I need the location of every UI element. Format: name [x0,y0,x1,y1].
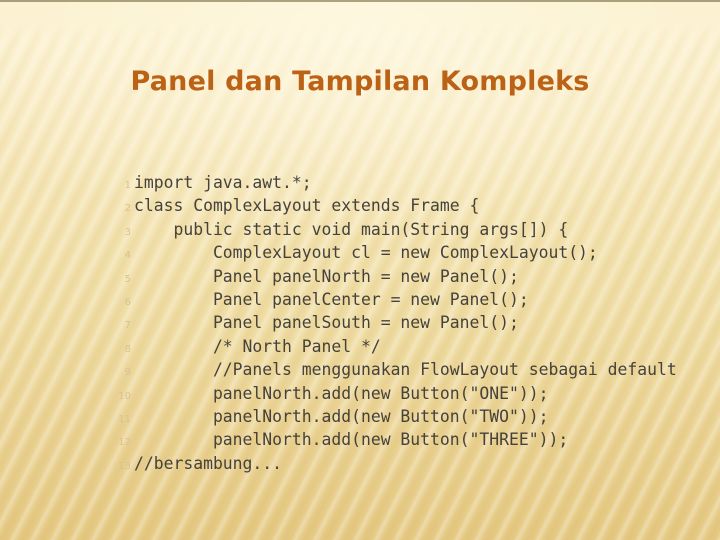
code-line-number: 8 [124,343,131,355]
code-line-text: public static void main(String args[]) { [134,219,569,239]
code-line: 11 panelNorth.add(new Button("TWO")); [0,405,720,428]
code-line: 4 ComplexLayout cl = new ComplexLayout()… [0,241,720,264]
code-line-text: ComplexLayout cl = new ComplexLayout(); [134,243,598,263]
code-line: 13//bersambung... [0,452,720,475]
code-line: 9 //Panels menggunakan FlowLayout sebaga… [0,358,720,381]
code-line: 1 import java.awt.*; [0,171,720,194]
code-line-number: 1 [124,180,131,191]
code-line: 5 Panel panelNorth = new Panel(); [0,265,720,288]
code-line-text: Panel panelSouth = new Panel(); [134,313,519,333]
code-line-number: 4 [124,250,131,262]
code-line-number: 9 [124,367,131,379]
code-line-text: panelNorth.add(new Button("THREE")); [134,430,569,450]
code-line-text: Panel panelCenter = new Panel(); [134,289,529,309]
code-line: 2 class ComplexLayout extends Frame { [0,194,720,217]
code-line: 8 /* North Panel */ [0,335,720,358]
code-line: 10 panelNorth.add(new Button("ONE")); [0,382,720,405]
code-line-number: 11 [118,413,131,425]
code-line-text: /* North Panel */ [134,336,381,356]
code-line-number: 2 [124,203,131,215]
code-line-text: import java.awt.*; [134,173,312,192]
code-line: 12 panelNorth.add(new Button("THREE")); [0,428,720,451]
code-line-number: 7 [124,320,131,332]
code-line-text: //bersambung... [134,453,283,473]
code-line-text: class ComplexLayout extends Frame { [134,196,480,216]
code-line-number: 12 [118,437,131,449]
code-line-number: 10 [118,390,131,402]
code-line-number: 5 [124,273,131,285]
code-line-number: 13 [118,460,131,472]
code-line: 3 public static void main(String args[])… [0,218,720,241]
code-line-number: 6 [124,296,131,308]
slide-content: Panel dan Tampilan Kompleks 1 import java… [0,0,720,540]
slide-title: Panel dan Tampilan Kompleks [130,66,590,97]
code-line-number: 3 [124,226,131,238]
code-listing: 1 import java.awt.*; 2 class ComplexLayout … [0,171,720,475]
code-line: 7 Panel panelSouth = new Panel(); [0,311,720,334]
code-line-text: //Panels menggunakan FlowLayout sebagai … [134,360,677,380]
presentation-slide: Panel dan Tampilan Kompleks 1 import java… [0,0,720,540]
code-line-text: Panel panelNorth = new Panel(); [134,266,519,286]
code-line-text: panelNorth.add(new Button("ONE")); [134,383,549,403]
code-line: 6 Panel panelCenter = new Panel(); [0,288,720,311]
code-line-text: panelNorth.add(new Button("TWO")); [134,406,549,426]
